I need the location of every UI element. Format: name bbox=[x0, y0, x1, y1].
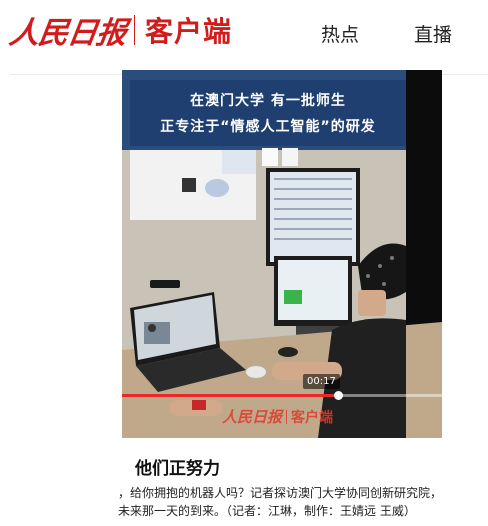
watermark-wordmark: 人民日报 bbox=[222, 408, 283, 426]
video-caption-band: 在澳门大学 有一批师生 正专注于“情感人工智能”的研发 bbox=[130, 80, 406, 146]
nav-item-live[interactable]: 直播 bbox=[414, 20, 452, 47]
article-description-line-1: ，给你拥抱的机器人吗？记者探访澳门大学协同创新研究院， bbox=[118, 486, 443, 500]
watermark-subtitle: 客户端 bbox=[291, 409, 334, 426]
progress-fill bbox=[122, 394, 338, 397]
logo-wordmark: 人民日报 bbox=[7, 16, 128, 51]
video-player[interactable]: 在澳门大学 有一批师生 正专注于“情感人工智能”的研发 00:17 人民日报 客… bbox=[122, 70, 442, 438]
caption-line-1: 在澳门大学 有一批师生 bbox=[190, 93, 346, 109]
app-logo[interactable]: 人民日报 客户端 bbox=[7, 8, 233, 52]
progress-handle[interactable] bbox=[334, 391, 343, 400]
caption-line-2: 正专注于“情感人工智能”的研发 bbox=[160, 119, 376, 135]
current-time-label: 00:17 bbox=[303, 374, 340, 389]
video-watermark: 人民日报 客户端 bbox=[222, 406, 333, 427]
app-header: 人民日报 客户端 热点 直播 bbox=[0, 0, 488, 62]
logo-subtitle: 客户端 bbox=[145, 15, 233, 48]
article-description-line-2: 未来那一天的到来。（记者：江琳，制作：王婧远 王威） bbox=[118, 504, 416, 518]
nav-item-hot[interactable]: 热点 bbox=[321, 20, 359, 47]
video-progress-bar[interactable] bbox=[122, 391, 442, 400]
logo-separator bbox=[134, 15, 135, 45]
article-title: 他们正努力 bbox=[135, 459, 220, 479]
watermark-separator bbox=[286, 409, 288, 424]
